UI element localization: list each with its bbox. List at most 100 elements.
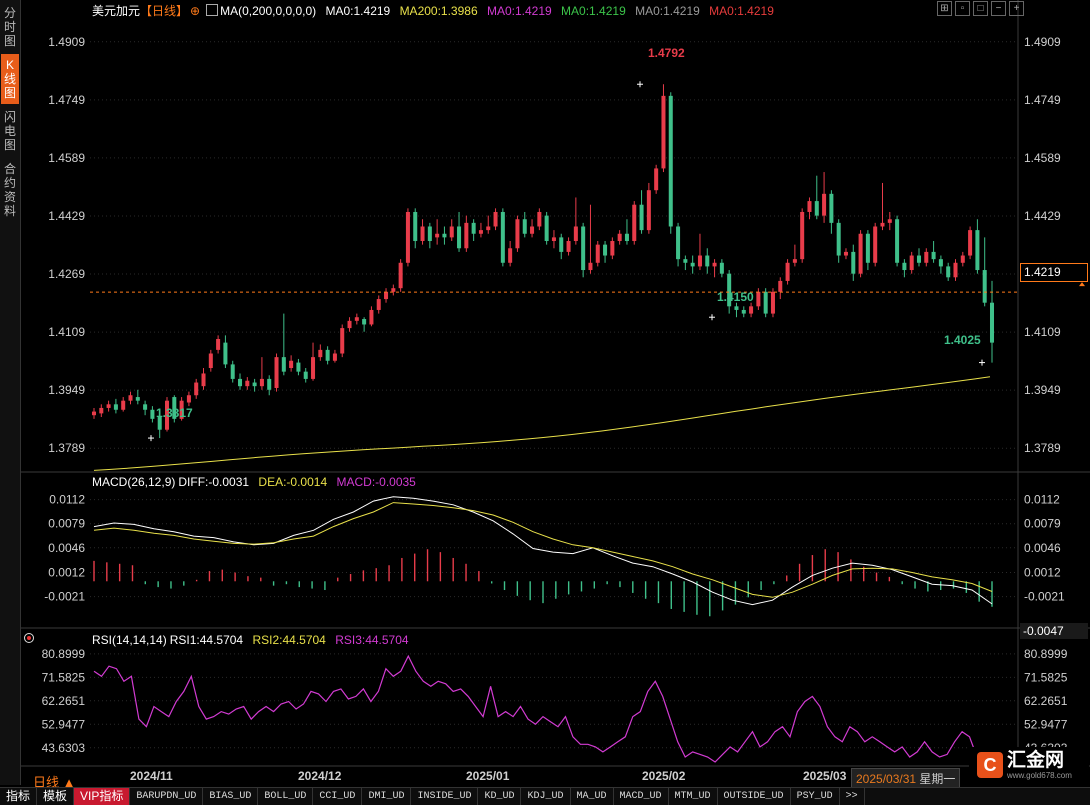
chart-canvas[interactable]: 1.4909 1.4909 1.4749 1.4749 1.4589 1.4589 1.44… bbox=[0, 0, 1090, 804]
candle-body bbox=[836, 222, 841, 256]
candle-body bbox=[245, 380, 250, 387]
candle-body bbox=[537, 211, 542, 227]
logo-mark-icon: C bbox=[977, 752, 1003, 778]
candle-body bbox=[478, 230, 483, 234]
tab-barupdn[interactable]: BARUPDN_UD bbox=[130, 788, 204, 805]
candle-body bbox=[654, 168, 659, 191]
macd-y-tick-right: 0.0079 bbox=[1024, 517, 1061, 531]
candle-body bbox=[442, 233, 447, 238]
tab-mtm[interactable]: MTM_UD bbox=[669, 788, 718, 805]
rsi-y-tick-left: 62.2651 bbox=[42, 694, 86, 708]
candle-body bbox=[230, 364, 235, 379]
candle-body bbox=[646, 190, 651, 231]
indicator-tabs: 指标 模板 VIP指标 BARUPDN_UD BIAS_UD BOLL_UD C… bbox=[0, 787, 1090, 805]
zoom-in-icon[interactable]: + bbox=[1009, 1, 1024, 16]
candle-body bbox=[843, 251, 848, 256]
candle-body bbox=[405, 211, 410, 263]
y-tick-right: 1.4429 bbox=[1024, 209, 1061, 223]
candle-body bbox=[194, 382, 199, 396]
candle-body bbox=[143, 404, 148, 410]
candle-body bbox=[968, 230, 973, 256]
macd-y-tick-left: 0.0046 bbox=[48, 541, 85, 555]
candle-body bbox=[916, 255, 921, 263]
candle-body bbox=[792, 259, 797, 263]
candle-body bbox=[807, 201, 812, 212]
y-tick-left: 1.4909 bbox=[48, 35, 85, 49]
macd-diff: DIFF:-0.0031 bbox=[178, 475, 250, 489]
period-tag[interactable]: 【日线】 bbox=[140, 4, 188, 18]
candle-body bbox=[508, 248, 513, 263]
zoom-out-icon[interactable]: − bbox=[991, 1, 1006, 16]
candle-body bbox=[500, 211, 505, 263]
tab-kdj[interactable]: KDJ_UD bbox=[521, 788, 571, 805]
candle-body bbox=[325, 349, 330, 361]
y-tick-right: 1.4909 bbox=[1024, 35, 1061, 49]
tab-ma[interactable]: MA_UD bbox=[571, 788, 614, 805]
candle-body bbox=[435, 233, 440, 238]
tab-psy[interactable]: PSY_UD bbox=[791, 788, 840, 805]
candle-body bbox=[471, 222, 476, 234]
rsi-line bbox=[93, 654, 993, 768]
tab-inside[interactable]: INSIDE_UD bbox=[411, 788, 479, 805]
restore-icon[interactable]: ▫ bbox=[955, 1, 970, 16]
tab-dmi[interactable]: DMI_UD bbox=[362, 788, 412, 805]
candle-body bbox=[829, 193, 834, 223]
x-tick-label: 2025/01 bbox=[466, 769, 510, 783]
tab-templates[interactable]: 模板 bbox=[37, 788, 75, 805]
candle-body bbox=[201, 373, 206, 387]
candle-body bbox=[603, 244, 608, 256]
tab-macd[interactable]: MACD_UD bbox=[614, 788, 669, 805]
candle-body bbox=[303, 371, 308, 379]
candle-body bbox=[216, 338, 221, 350]
tab-contract-info[interactable]: 合约资料 bbox=[1, 158, 19, 222]
candle-body bbox=[259, 378, 264, 387]
candle-body bbox=[858, 233, 863, 274]
candle-body bbox=[873, 226, 878, 263]
candle-body bbox=[135, 397, 140, 401]
tab-kline[interactable]: K线图 bbox=[1, 54, 19, 104]
candle-body bbox=[376, 299, 381, 310]
candle-body bbox=[588, 262, 593, 271]
rsi-y-tick-left: 71.5825 bbox=[42, 670, 86, 684]
rsi-params: RSI(14,14,14) bbox=[92, 633, 167, 647]
ma-value-4: MA0:1.4219 bbox=[635, 4, 700, 18]
candle-body bbox=[427, 226, 432, 242]
candle-body bbox=[252, 382, 257, 387]
indicator-icon[interactable] bbox=[206, 4, 219, 16]
fit-icon[interactable]: ⊞ bbox=[937, 1, 952, 16]
y-tick-right: 1.4589 bbox=[1024, 151, 1061, 165]
tab-flash[interactable]: 闪电图 bbox=[1, 106, 19, 156]
candle-body bbox=[756, 291, 761, 307]
tab-indicators[interactable]: 指标 bbox=[0, 788, 38, 805]
y-tick-right: 1.4109 bbox=[1024, 325, 1061, 339]
tab-kd[interactable]: KD_UD bbox=[478, 788, 522, 805]
y-tick-left: 1.3949 bbox=[48, 383, 85, 397]
plus-circle-icon[interactable]: ⊕ bbox=[190, 4, 200, 18]
candle-body bbox=[800, 211, 805, 260]
symbol-name: 美元加元 bbox=[92, 4, 141, 18]
candle-body bbox=[851, 251, 856, 274]
tab-boll[interactable]: BOLL_UD bbox=[258, 788, 314, 805]
candle-body bbox=[208, 353, 213, 369]
tab-cci[interactable]: CCI_UD bbox=[313, 788, 363, 805]
candle-body bbox=[106, 404, 111, 408]
tab-vip-indicators[interactable]: VIP指标 bbox=[74, 788, 131, 805]
window-controls: ⊞ ▫ □ − + bbox=[937, 1, 1024, 16]
candle-body bbox=[223, 342, 228, 365]
macd-y-tick-left: 0.0079 bbox=[48, 517, 85, 531]
candle-body bbox=[121, 400, 126, 410]
candle-body bbox=[544, 215, 549, 242]
candle-body bbox=[340, 328, 345, 354]
tab-outside[interactable]: OUTSIDE_UD bbox=[718, 788, 791, 805]
rsi-settings-icon[interactable] bbox=[24, 633, 34, 643]
ma-value-200: MA200:1.3986 bbox=[399, 4, 478, 18]
maximize-icon[interactable]: □ bbox=[973, 1, 988, 16]
rsi-y-tick-right: 62.2651 bbox=[1024, 694, 1068, 708]
tab-timeshare[interactable]: 分时图 bbox=[1, 2, 19, 52]
tab-bias[interactable]: BIAS_UD bbox=[203, 788, 259, 805]
candle-body bbox=[566, 241, 571, 252]
candle-body bbox=[551, 237, 556, 242]
candle-body bbox=[749, 306, 754, 314]
candle-body bbox=[493, 211, 498, 227]
tab-more[interactable]: >> bbox=[840, 788, 865, 805]
